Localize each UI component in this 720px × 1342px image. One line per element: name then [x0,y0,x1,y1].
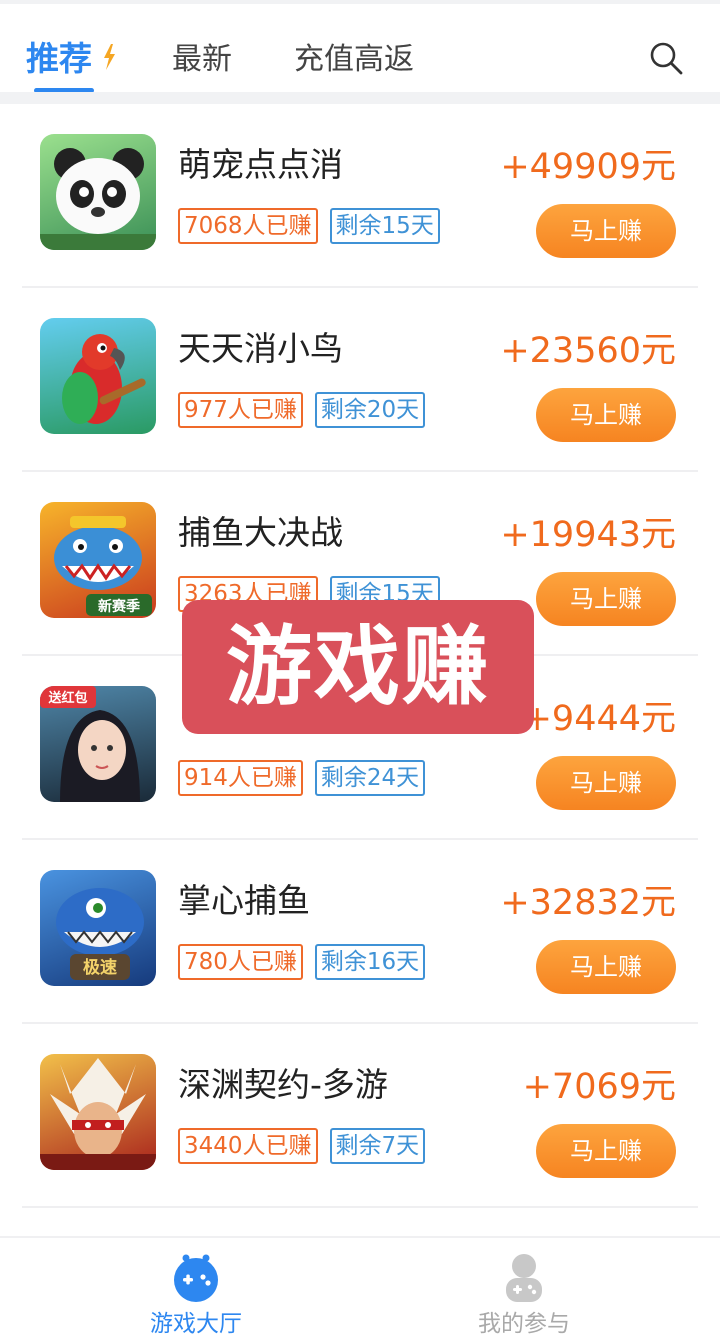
bottom-nav: 游戏大厅 我的参与 [0,1236,720,1342]
days-remaining-badge: 剩余15天 [329,208,440,244]
days-remaining-badge: 剩余20天 [314,392,426,428]
earned-count-badge: 7068人已赚 [178,208,318,244]
reward-amount: +7069元 [522,1067,676,1107]
earned-count-badge: 780人已赚 [178,944,303,980]
heroine-game-icon: 送红包 [40,686,156,802]
gamepad-icon [174,1254,218,1302]
blue-shark-game-icon: 极速 [40,870,156,986]
list-item[interactable]: 极速 掌心捕鱼 +32832元 780人已赚 剩余16天 马上赚 [0,840,720,1024]
shark-game-icon: 新赛季 [40,502,156,618]
earn-now-button[interactable]: 马上赚 [536,1124,676,1178]
game-name: 深渊契约-多游 [178,1065,388,1104]
list-item[interactable]: 深渊契约-多游 +7069元 3440人已赚 剩余7天 马上赚 [0,1024,720,1208]
row-divider [22,1206,698,1208]
nav-label: 我的参与 [478,1311,570,1337]
promo-overlay-label: 游戏赚 [182,600,534,734]
reward-amount: +49909元 [500,147,676,187]
thumb-badge: 新赛季 [98,598,140,615]
panda-game-icon [40,134,156,250]
section-divider [0,92,720,104]
game-name: 捕鱼大决战 [178,513,343,552]
tab-recharge-rebate[interactable]: 充值高返 [294,34,414,78]
tab-bar: 推荐 最新 充值高返 [0,4,720,93]
warrior-game-icon [40,1054,156,1170]
reward-amount: +23560元 [500,331,676,371]
nav-game-hall[interactable]: 游戏大厅 [96,1238,296,1342]
thumb-badge: 极速 [83,957,117,978]
earned-count-badge: 914人已赚 [178,760,303,796]
nav-label: 游戏大厅 [150,1311,242,1337]
earn-now-button[interactable]: 马上赚 [536,756,676,810]
lightning-icon [104,44,115,70]
parrot-game-icon [40,318,156,434]
search-icon[interactable] [648,40,684,76]
tab-recommend[interactable]: 推荐 [26,32,92,80]
user-gamepad-icon [506,1254,542,1302]
tab-latest[interactable]: 最新 [172,34,232,78]
list-item[interactable]: 天天消小鸟 +23560元 977人已赚 剩余20天 马上赚 [0,288,720,472]
thumb-badge: 送红包 [47,690,87,706]
game-name: 萌宠点点消 [178,145,343,184]
reward-amount: +9444元 [522,699,676,739]
reward-amount: +19943元 [500,515,676,555]
nav-my-participation[interactable]: 我的参与 [424,1238,624,1342]
days-remaining-badge: 剩余7天 [329,1128,426,1164]
earned-count-badge: 3440人已赚 [178,1128,318,1164]
earned-count-badge: 977人已赚 [178,392,303,428]
reward-amount: +32832元 [500,883,676,923]
game-name: 天天消小鸟 [178,329,343,368]
days-remaining-badge: 剩余16天 [314,944,426,980]
earn-now-button[interactable]: 马上赚 [536,572,676,626]
earn-now-button[interactable]: 马上赚 [536,204,676,258]
earn-now-button[interactable]: 马上赚 [536,388,676,442]
list-item[interactable]: 萌宠点点消 +49909元 7068人已赚 剩余15天 马上赚 [0,104,720,288]
earn-now-button[interactable]: 马上赚 [536,940,676,994]
days-remaining-badge: 剩余24天 [314,760,426,796]
game-name: 掌心捕鱼 [178,881,310,920]
